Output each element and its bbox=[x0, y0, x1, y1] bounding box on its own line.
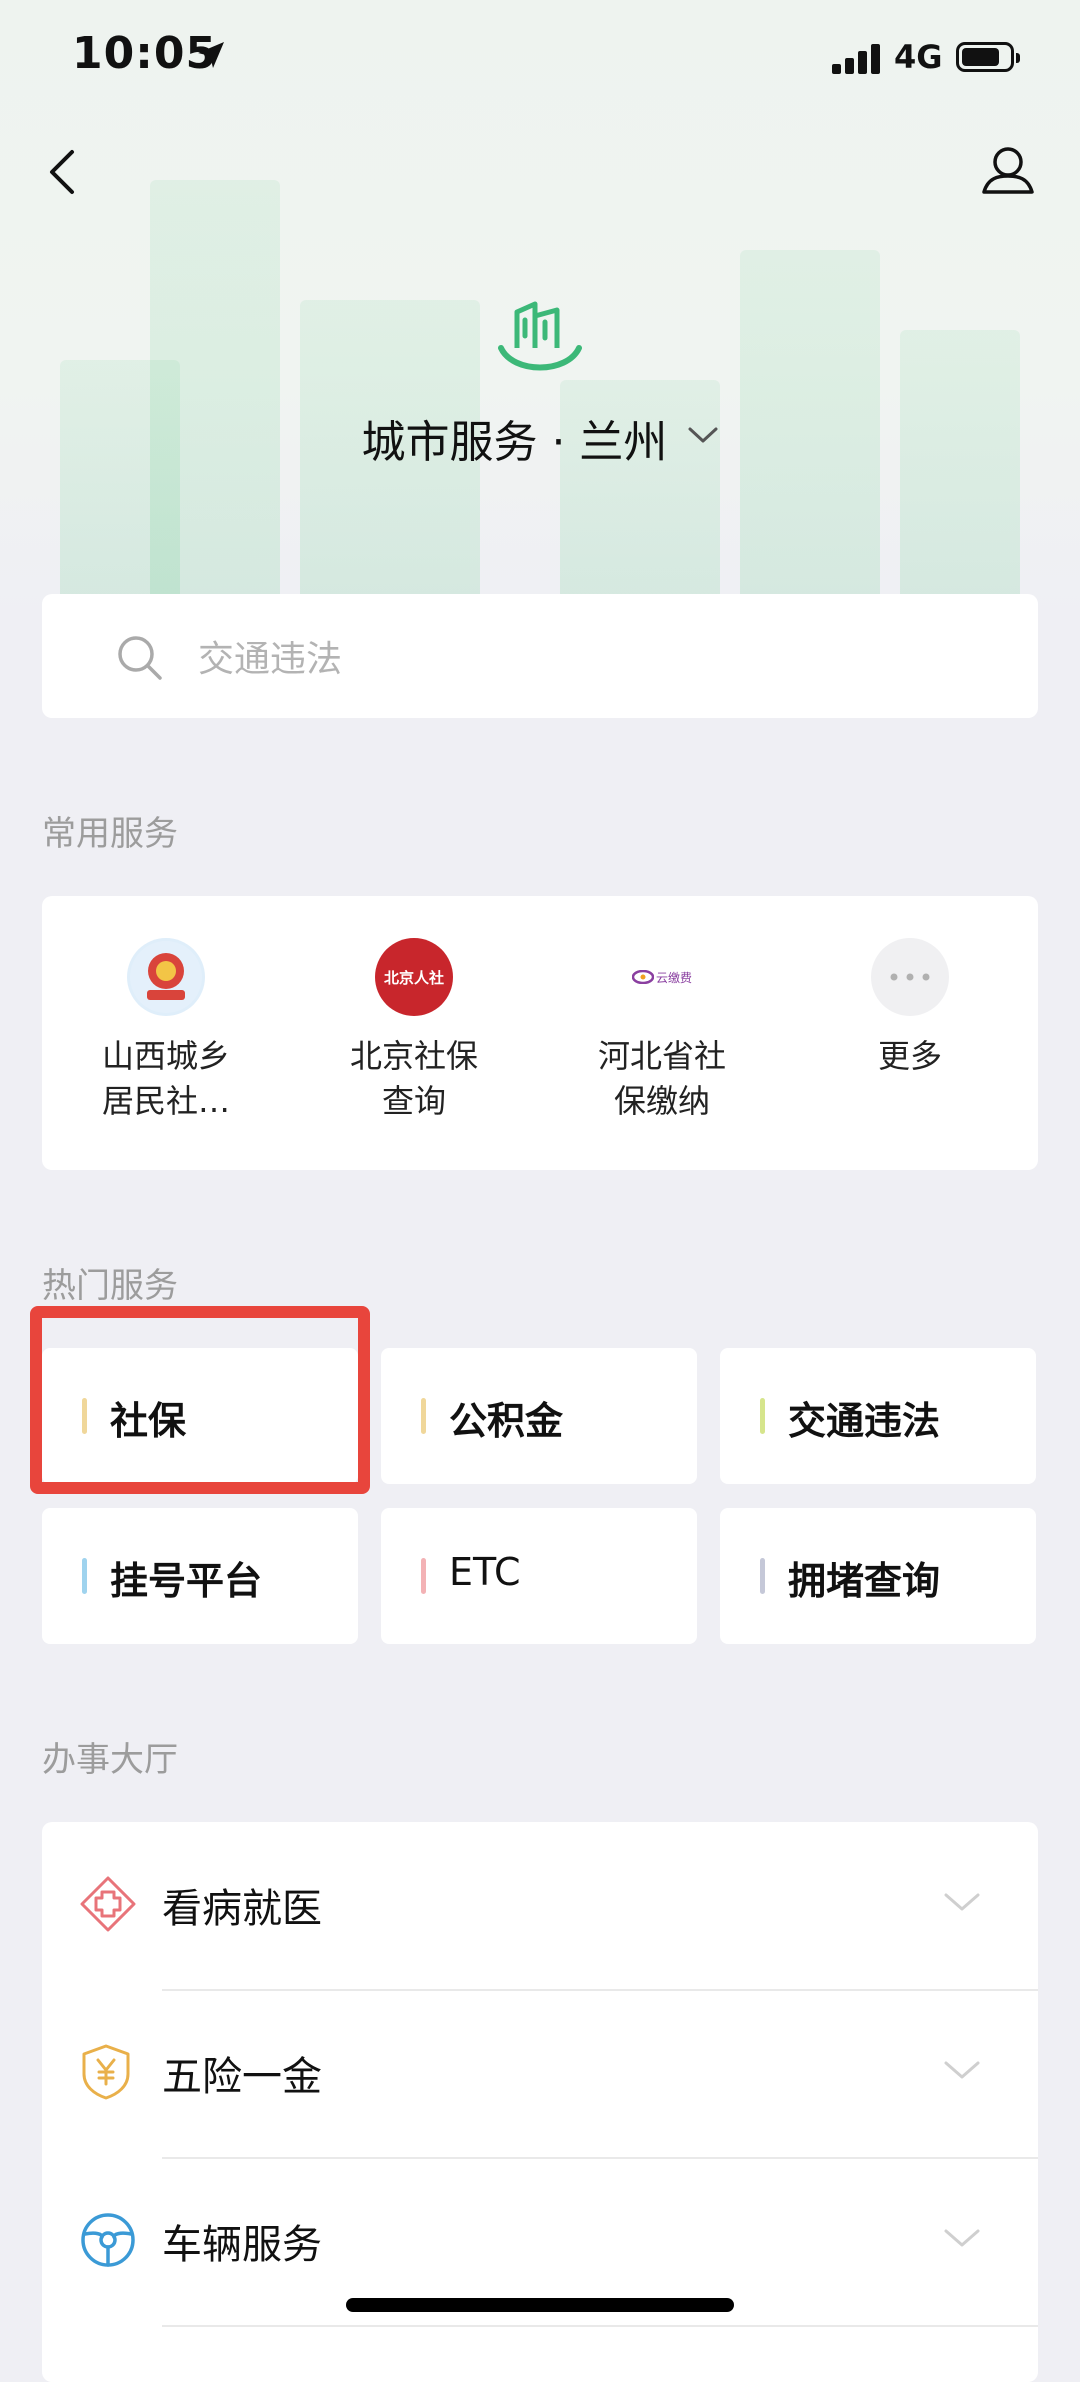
status-bar: 10:05 4G bbox=[0, 0, 1080, 120]
color-bar bbox=[82, 1558, 87, 1594]
person-icon bbox=[982, 147, 1034, 194]
divider bbox=[162, 2325, 1038, 2327]
common-services-card: 山西城乡 居民社… 北京人社 北京社保 查询 云缴费 河北省社 保缴纳 更多 bbox=[42, 896, 1038, 1170]
color-bar bbox=[421, 1398, 426, 1434]
hot-service-label: 拥堵查询 bbox=[788, 1559, 941, 1603]
service-hall-title: 办事大厅 bbox=[42, 1740, 178, 1780]
hot-service-gongjijin[interactable]: 公积金 bbox=[381, 1348, 697, 1484]
shanxi-social-insurance-emblem-icon bbox=[127, 938, 205, 1016]
common-service-hebei[interactable]: 云缴费 河北省社 保缴纳 bbox=[562, 938, 762, 1124]
common-service-label: 山西城乡 居民社… bbox=[101, 1037, 230, 1120]
common-service-shanxi[interactable]: 山西城乡 居民社… bbox=[66, 938, 266, 1124]
common-service-label: 更多 bbox=[877, 1037, 942, 1075]
hot-services-title: 热门服务 bbox=[42, 1266, 178, 1306]
common-service-beijing[interactable]: 北京人社 北京社保 查询 bbox=[314, 938, 514, 1124]
chevron-left-icon bbox=[50, 150, 74, 194]
color-bar bbox=[82, 1398, 87, 1434]
beijing-renshe-icon: 北京人社 bbox=[375, 938, 453, 1016]
hall-item-medical[interactable]: 看病就医 bbox=[42, 1822, 1038, 1990]
color-bar bbox=[760, 1398, 765, 1434]
color-bar bbox=[421, 1558, 426, 1594]
hall-item-label: 看病就医 bbox=[162, 1886, 322, 1932]
location-arrow-icon bbox=[198, 42, 224, 68]
chevron-down-icon bbox=[944, 2229, 980, 2247]
color-bar bbox=[760, 1558, 765, 1594]
hall-item-label: 五险一金 bbox=[162, 2054, 322, 2100]
common-service-label: 北京社保 查询 bbox=[349, 1037, 478, 1120]
steering-wheel-icon bbox=[81, 2213, 135, 2267]
common-service-more[interactable]: 更多 bbox=[810, 938, 1010, 1079]
battery-icon bbox=[956, 42, 1020, 72]
page-title: 城市服务 · 兰州 bbox=[361, 417, 668, 468]
profile-button[interactable] bbox=[978, 140, 1038, 204]
search-input[interactable]: 交通违法 bbox=[42, 594, 1038, 718]
yunjiaofei-icon: 云缴费 bbox=[623, 938, 701, 1016]
hot-service-label: 交通违法 bbox=[788, 1399, 941, 1443]
city-service-logo-icon bbox=[498, 301, 582, 371]
city-selector[interactable]: 城市服务 · 兰州 bbox=[0, 406, 1080, 470]
hall-item-insurance-fund[interactable]: 五险一金 bbox=[42, 1990, 1038, 2158]
hot-service-etc[interactable]: ETC bbox=[381, 1508, 697, 1644]
hot-service-registration[interactable]: 挂号平台 bbox=[42, 1508, 358, 1644]
hot-service-congestion[interactable]: 拥堵查询 bbox=[720, 1508, 1036, 1644]
back-button[interactable] bbox=[40, 140, 100, 204]
hot-service-shebao[interactable]: 社保 bbox=[42, 1348, 358, 1484]
medical-cross-icon bbox=[80, 1876, 136, 1932]
more-dots-icon bbox=[871, 938, 949, 1016]
chevron-down-icon bbox=[688, 427, 718, 443]
search-icon bbox=[118, 636, 162, 680]
hot-service-label: ETC bbox=[449, 1550, 521, 1594]
network-type: 4G bbox=[894, 38, 943, 76]
common-service-label: 河北省社 保缴纳 bbox=[597, 1037, 726, 1120]
hot-service-label: 社保 bbox=[110, 1399, 187, 1443]
common-services-title: 常用服务 bbox=[42, 814, 178, 854]
chevron-down-icon bbox=[944, 2061, 980, 2079]
hot-service-label: 挂号平台 bbox=[110, 1559, 263, 1603]
hot-service-label: 公积金 bbox=[449, 1399, 564, 1443]
yen-shield-icon bbox=[82, 2044, 130, 2100]
cellular-signal-icon bbox=[832, 42, 882, 74]
home-indicator[interactable] bbox=[346, 2298, 734, 2312]
chevron-down-icon bbox=[944, 1893, 980, 1911]
hot-service-traffic-violation[interactable]: 交通违法 bbox=[720, 1348, 1036, 1484]
hall-item-label: 车辆服务 bbox=[162, 2222, 322, 2268]
search-placeholder: 交通违法 bbox=[198, 639, 343, 680]
